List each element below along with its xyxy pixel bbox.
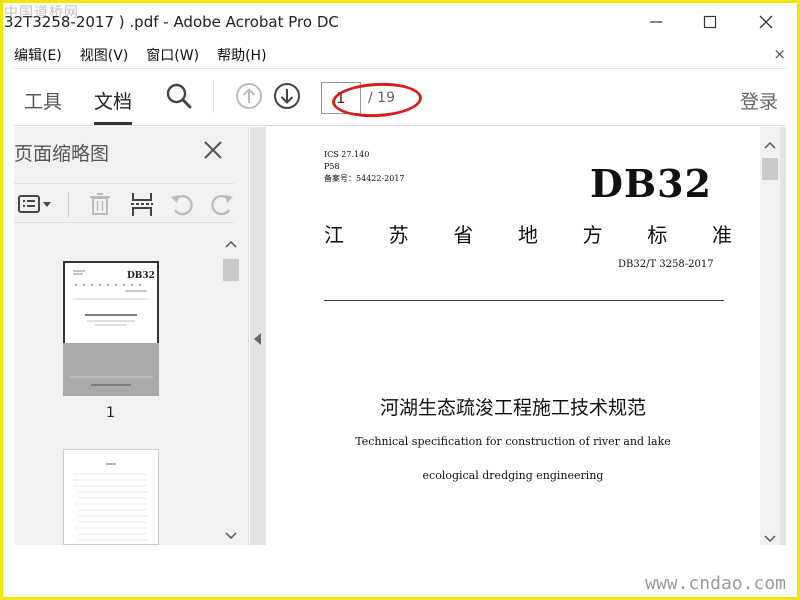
minimize-icon[interactable] bbox=[644, 10, 668, 34]
search-icon[interactable] bbox=[164, 81, 194, 111]
ics-line: ICS 27.140 bbox=[324, 150, 370, 159]
standard-code: DB32 bbox=[590, 161, 712, 206]
ics-line: P58 bbox=[324, 162, 340, 171]
header-rule bbox=[324, 300, 724, 301]
thumbnail-tools bbox=[14, 183, 234, 223]
scroll-down-icon[interactable] bbox=[222, 528, 240, 542]
next-page-icon[interactable] bbox=[272, 81, 302, 111]
thumbnails-scroll-thumb[interactable] bbox=[223, 259, 239, 281]
close-panel-icon[interactable] bbox=[200, 137, 226, 163]
thumbnails-scrollbar[interactable] bbox=[222, 237, 240, 542]
thumbnail-footer-lines bbox=[69, 376, 153, 386]
page-number-input[interactable] bbox=[321, 82, 361, 114]
authority-char: 地 bbox=[517, 223, 538, 247]
tab-tools[interactable]: 工具 bbox=[24, 87, 62, 125]
collapse-panel-icon[interactable] bbox=[254, 333, 262, 345]
authority-char: 方 bbox=[582, 223, 603, 247]
tools-divider bbox=[68, 192, 69, 218]
tab-document[interactable]: 文档 bbox=[94, 87, 133, 125]
menu-window[interactable]: 窗口(W) bbox=[146, 45, 199, 65]
page-total: / 19 bbox=[368, 90, 395, 106]
document-title-en-line1: Technical specification for construction… bbox=[355, 435, 671, 448]
authority-char: 苏 bbox=[388, 223, 409, 247]
menu-help[interactable]: 帮助(H) bbox=[217, 45, 266, 65]
maximize-icon[interactable] bbox=[698, 10, 722, 34]
document-title-cn: 河湖生态疏浚工程施工技术规范 bbox=[379, 397, 646, 419]
authority-char: 省 bbox=[453, 223, 474, 247]
rotate-right-icon[interactable] bbox=[208, 190, 236, 218]
extract-page-icon[interactable] bbox=[128, 190, 156, 218]
ics-block: ICS 27.140 P58 备案号：54422-2017 bbox=[324, 149, 405, 185]
title-bar: 32T3258-2017 ) .pdf - Adobe Acrobat Pro … bbox=[0, 0, 800, 44]
menu-edit[interactable]: 编辑(E) bbox=[14, 45, 62, 65]
site-watermark-top: 中国道桥网 bbox=[4, 5, 79, 21]
menu-close-icon[interactable]: × bbox=[773, 45, 786, 63]
authority-char: 准 bbox=[711, 223, 732, 247]
ics-line: 备案号：54422-2017 bbox=[324, 174, 405, 183]
document-view: ICS 27.140 P58 备案号：54422-2017 DB32 江 苏 省… bbox=[250, 127, 786, 545]
doc-scroll-up-icon[interactable] bbox=[760, 139, 780, 153]
toolbar: 工具 文档 / 19 登录 bbox=[14, 68, 786, 126]
document-title-en-line2: ecological dredging engineering bbox=[422, 469, 604, 482]
previous-page-icon[interactable] bbox=[234, 81, 264, 111]
close-window-icon[interactable] bbox=[754, 10, 778, 34]
login-link[interactable]: 登录 bbox=[740, 87, 778, 114]
page-thumbnails-panel: 页面缩略图 DB32 1 bbox=[14, 127, 249, 545]
toolbar-divider bbox=[213, 81, 214, 113]
menu-bar: 编辑(E) 视图(V) 窗口(W) 帮助(H) × bbox=[0, 44, 800, 66]
site-watermark-bottom: www.cndao.com bbox=[645, 573, 786, 594]
options-menu-icon[interactable] bbox=[16, 190, 56, 218]
pdf-page: ICS 27.140 P58 备案号：54422-2017 DB32 江 苏 省… bbox=[266, 127, 760, 545]
standard-number: DB32/T 3258-2017 bbox=[618, 259, 714, 270]
thumbnail-page-2-content bbox=[74, 463, 148, 541]
thumbnail-page-2[interactable] bbox=[63, 449, 159, 545]
authority-char: 江 bbox=[324, 223, 344, 247]
authority-char: 标 bbox=[647, 223, 668, 247]
document-scrollbar[interactable] bbox=[760, 127, 780, 545]
document-scroll-thumb[interactable] bbox=[762, 158, 778, 180]
svg-text:DB32: DB32 bbox=[127, 271, 155, 281]
rotate-left-icon[interactable] bbox=[168, 190, 196, 218]
menu-view[interactable]: 视图(V) bbox=[80, 45, 129, 65]
scroll-up-icon[interactable] bbox=[222, 238, 240, 252]
panel-title: 页面缩略图 bbox=[14, 143, 110, 165]
trash-icon[interactable] bbox=[86, 190, 114, 218]
doc-scroll-down-icon[interactable] bbox=[760, 531, 780, 545]
issuing-authority: 江 苏 省 地 方 标 准 bbox=[324, 219, 732, 248]
thumbnail-page-1-number: 1 bbox=[106, 405, 115, 421]
thumbnail-page-1-footer bbox=[63, 343, 159, 396]
